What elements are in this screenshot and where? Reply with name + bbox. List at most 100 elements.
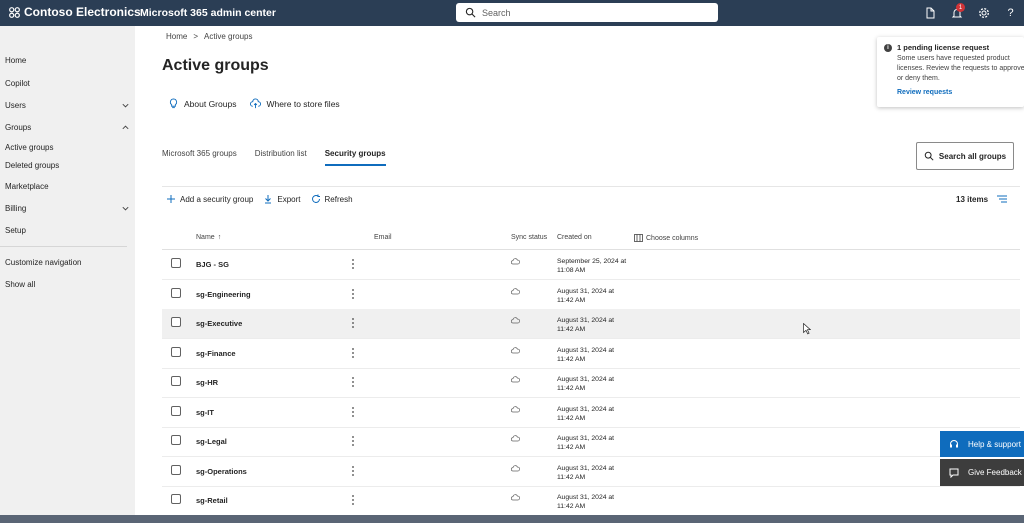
notifications-icon[interactable]: 1 — [943, 0, 970, 26]
nav-marketplace[interactable]: Marketplace — [5, 179, 130, 193]
notification-title-text: 1 pending license request — [897, 43, 990, 52]
headset-help-icon — [950, 440, 958, 448]
search-input[interactable] — [482, 7, 682, 18]
group-name-link[interactable]: BJG - SG — [196, 260, 229, 269]
created-on-cell: August 31, 2024 at 11:42 AM — [557, 405, 637, 423]
row-checkbox[interactable] — [171, 258, 181, 268]
review-requests-link[interactable]: Review requests — [897, 89, 1018, 96]
breadcrumb-home[interactable]: Home — [166, 32, 187, 41]
column-header-sync-status[interactable]: Sync status — [511, 234, 547, 241]
nav-marketplace-label: Marketplace — [5, 181, 49, 191]
notification-title: i 1 pending license request — [884, 43, 1018, 52]
document-icon[interactable] — [916, 0, 943, 26]
nav-copilot[interactable]: Copilot — [5, 76, 130, 90]
about-groups-link[interactable]: About Groups — [168, 98, 236, 109]
nav-groups[interactable]: Groups — [5, 120, 130, 134]
group-name-link[interactable]: sg-Legal — [196, 437, 227, 446]
more-actions-icon[interactable] — [351, 376, 355, 388]
more-actions-icon[interactable] — [351, 347, 355, 359]
row-checkbox[interactable] — [171, 346, 181, 357]
group-name-link[interactable]: sg-HR — [196, 378, 218, 387]
global-search[interactable] — [456, 3, 718, 22]
column-header-email[interactable]: Email — [374, 234, 392, 241]
table-row[interactable]: sg-Executive August 31, 2024 at 11:42 AM — [162, 309, 1020, 339]
created-date: August 31, 2024 at — [557, 435, 615, 442]
nav-show-all[interactable]: Show all — [5, 277, 130, 291]
nav-customize-navigation[interactable]: Customize navigation — [5, 255, 130, 269]
more-actions-icon[interactable] — [351, 465, 355, 477]
sort-ascending-icon: ↑ — [217, 234, 222, 241]
help-and-support-button[interactable]: Help & support — [940, 431, 1024, 457]
table-row[interactable]: sg-Retail August 31, 2024 at 11:42 AM — [162, 486, 1020, 516]
export-button[interactable]: Export — [263, 194, 301, 204]
created-date: August 31, 2024 at — [557, 317, 615, 324]
more-actions-icon[interactable] — [351, 494, 355, 506]
row-checkbox[interactable] — [171, 317, 181, 327]
row-checkbox[interactable] — [171, 287, 181, 298]
row-checkbox[interactable] — [171, 435, 181, 445]
top-icon-group: 1 ? — [916, 0, 1024, 26]
choose-columns-button[interactable]: Choose columns — [634, 234, 698, 242]
settings-gear-icon[interactable] — [970, 0, 997, 26]
group-name-link[interactable]: sg-Engineering — [196, 290, 251, 299]
group-name-link[interactable]: sg-IT — [196, 408, 214, 417]
row-checkbox[interactable] — [171, 464, 181, 475]
table-row[interactable]: sg-Engineering August 31, 2024 at 11:42 AM — [162, 280, 1020, 310]
table-row[interactable]: sg-Operations August 31, 2024 at 11:42 AM — [162, 457, 1020, 487]
table-row[interactable]: sg-HR August 31, 2024 at 11:42 AM — [162, 368, 1020, 398]
created-date: August 31, 2024 at — [557, 376, 615, 383]
nav-active-groups[interactable]: Active groups — [5, 140, 130, 154]
table-row[interactable]: sg-IT August 31, 2024 at 11:42 AM — [162, 398, 1020, 428]
filter-list-icon[interactable] — [996, 193, 1008, 205]
group-name-link[interactable]: sg-Retail — [196, 496, 228, 505]
group-name-link[interactable]: sg-Operations — [196, 467, 247, 476]
cloud-sync-icon — [511, 464, 520, 471]
table-row[interactable]: sg-Legal August 31, 2024 at 11:42 AM — [162, 427, 1020, 457]
give-feedback-button[interactable]: Give Feedback — [940, 459, 1024, 486]
cloud-sync-icon — [511, 376, 520, 383]
more-actions-icon[interactable] — [351, 288, 355, 300]
brand-logo[interactable]: Contoso Electronics — [8, 5, 141, 19]
more-actions-icon[interactable] — [351, 435, 355, 447]
more-actions-icon[interactable] — [351, 406, 355, 418]
nav-home[interactable]: Home — [5, 53, 130, 67]
tab-distribution-list[interactable]: Distribution list — [255, 148, 307, 168]
plus-icon — [167, 195, 175, 203]
breadcrumb-current: Active groups — [204, 32, 253, 41]
column-header-name[interactable]: Name ↑ — [196, 234, 221, 241]
cloud-sync-icon — [511, 287, 520, 294]
created-time: 11:42 AM — [557, 503, 586, 510]
nav-deleted-groups[interactable]: Deleted groups — [5, 158, 130, 172]
created-on-cell: August 31, 2024 at 11:42 AM — [557, 316, 637, 334]
more-actions-icon[interactable] — [351, 258, 355, 270]
tab-security-groups[interactable]: Security groups — [324, 148, 386, 168]
row-checkbox[interactable] — [171, 494, 181, 504]
row-checkbox[interactable] — [171, 405, 181, 416]
add-security-group-button[interactable]: Add a security group — [166, 194, 253, 204]
row-checkbox[interactable] — [171, 376, 181, 386]
tab-microsoft-365-groups[interactable]: Microsoft 365 groups — [162, 148, 237, 168]
nav-setup-label: Setup — [5, 225, 26, 235]
where-to-store-files-link[interactable]: Where to store files — [250, 98, 340, 109]
created-on-cell: September 25, 2024 at 11:08 AM — [557, 257, 637, 275]
created-on-cell: August 31, 2024 at 11:42 AM — [557, 346, 637, 364]
group-name-link[interactable]: sg-Finance — [196, 349, 236, 358]
refresh-button[interactable]: Refresh — [311, 194, 353, 204]
search-all-groups-button[interactable]: Search all groups — [916, 142, 1014, 170]
help-question-icon[interactable]: ? — [997, 0, 1024, 26]
table-row[interactable]: sg-Finance August 31, 2024 at 11:42 AM — [162, 339, 1020, 369]
nav-setup[interactable]: Setup — [5, 223, 130, 237]
add-security-group-label: Add a security group — [180, 194, 254, 204]
contoso-logo-icon — [9, 6, 20, 18]
nav-customize-label: Customize navigation — [5, 257, 82, 267]
nav-users[interactable]: Users — [5, 98, 130, 112]
table-row[interactable]: BJG - SG September 25, 2024 at 11:08 AM — [162, 250, 1020, 280]
column-header-created-on[interactable]: Created on — [557, 234, 592, 241]
group-name-link[interactable]: sg-Executive — [196, 319, 242, 328]
cloud-upload-icon — [250, 98, 262, 109]
more-actions-icon[interactable] — [351, 317, 355, 329]
nav-billing[interactable]: Billing — [5, 201, 130, 215]
app-title[interactable]: Microsoft 365 admin center — [140, 7, 276, 19]
mouse-cursor-icon — [803, 323, 811, 335]
choose-columns-label: Choose columns — [646, 234, 699, 242]
